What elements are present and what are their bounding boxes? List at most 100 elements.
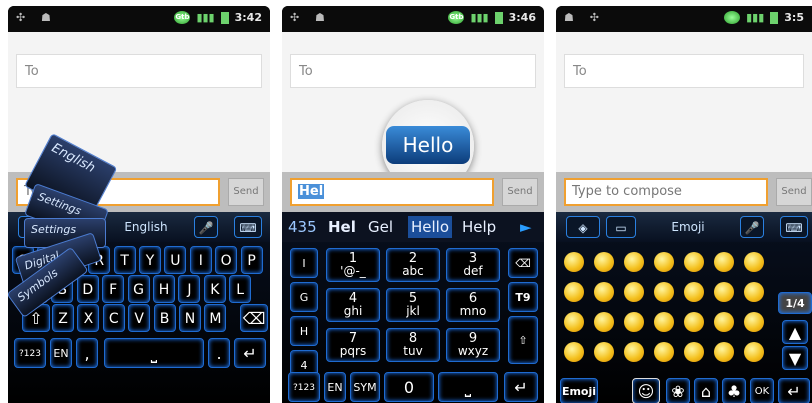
candidate-1[interactable]: 435 [288, 216, 317, 238]
to-field[interactable]: To [290, 54, 536, 88]
emoji-face-icon[interactable] [684, 342, 704, 362]
candidate-4-selected[interactable]: Hello [408, 216, 453, 238]
emoji-face-icon[interactable] [714, 312, 734, 332]
key-p[interactable]: P [240, 246, 263, 274]
numpad-key-5[interactable]: 5 jkl [386, 288, 440, 322]
emoji-face-icon[interactable] [564, 342, 584, 362]
to-field[interactable]: To [16, 54, 262, 88]
keyboard-theme-icon[interactable]: ◈ [566, 216, 600, 238]
house-tab-icon[interactable]: ⌂ [694, 378, 718, 403]
key-u[interactable]: U [164, 246, 187, 274]
period-key[interactable]: . [208, 338, 230, 368]
animal-tab-icon[interactable]: ❀ [666, 378, 690, 403]
phone-screen-2: ✣ ☗ Gtb ▮▮▮ 3:46 To Hello Hel Send 435 H… [282, 6, 544, 403]
key-k[interactable]: K [203, 275, 226, 303]
send-button[interactable]: Send [776, 178, 812, 206]
keyboard-hide-icon[interactable]: ⌨ [234, 216, 262, 238]
emoji-face-icon[interactable] [714, 342, 734, 362]
emoji-face-icon[interactable] [654, 312, 674, 332]
emoji-face-icon[interactable] [654, 342, 674, 362]
keyboard-hide-icon[interactable]: ⌨ [780, 216, 808, 238]
key-j[interactable]: J [178, 275, 201, 303]
emoji-face-icon[interactable] [624, 252, 644, 272]
emoji-face-icon[interactable] [624, 312, 644, 332]
numpad-letters: ghi [343, 304, 363, 318]
emoji-category-icon[interactable]: ▭ [606, 216, 636, 238]
language-key[interactable]: EN [324, 372, 346, 402]
emoji-face-icon[interactable] [564, 282, 584, 302]
numpad-key-6[interactable]: 6 mno [446, 288, 500, 322]
left-key-2[interactable]: G [290, 282, 318, 312]
to-field[interactable]: To [564, 54, 804, 88]
enter-key[interactable]: ↵ [504, 372, 538, 402]
page-indicator: 1/4 [778, 292, 812, 314]
emoji-face-icon[interactable] [594, 282, 614, 302]
left-key-1[interactable]: I [290, 248, 318, 278]
numpad-key-4[interactable]: 4 ghi [326, 288, 380, 322]
emoji-face-icon[interactable] [684, 282, 704, 302]
numpad-key-2[interactable]: 2 abc [386, 248, 440, 282]
enter-key[interactable]: ↵ [234, 338, 266, 368]
key-m[interactable]: M [204, 304, 227, 332]
status-bar: ✣ ☗ Gtb ▮▮▮ 3:46 [282, 6, 544, 32]
emoji-face-icon[interactable] [654, 252, 674, 272]
left-key-3[interactable]: H [290, 316, 318, 346]
tree-tab-icon[interactable]: ♣ [722, 378, 746, 403]
emoji-smiley-tab-icon[interactable]: ☺ [632, 378, 660, 403]
emoji-face-icon[interactable] [624, 282, 644, 302]
zero-key[interactable]: 0 [384, 372, 434, 402]
sym-key[interactable]: SYM [350, 372, 380, 402]
delete-key[interactable]: ⌫ [508, 248, 538, 278]
emoji-face-icon[interactable] [714, 252, 734, 272]
key-i[interactable]: I [189, 246, 212, 274]
emoji-face-icon[interactable] [714, 282, 734, 302]
ok-key[interactable]: OK [750, 378, 774, 403]
keyboard: 435 Hel Gel Hello Help ► I G H 4 1 '@-_ 2 a… [282, 212, 544, 403]
numpad-key-3[interactable]: 3 def [446, 248, 500, 282]
preview-word: Hello [386, 126, 470, 164]
emoji-face-icon[interactable] [744, 252, 764, 272]
mic-icon[interactable]: 🎤 [194, 216, 218, 238]
page-up-icon[interactable]: ▲ [782, 320, 808, 344]
send-button[interactable]: Send [228, 178, 264, 206]
emoji-face-icon[interactable] [684, 312, 704, 332]
emoji-face-icon[interactable] [594, 252, 614, 272]
numpad-letters: def [463, 264, 483, 278]
emoji-face-icon[interactable] [744, 342, 764, 362]
key-l[interactable]: L [229, 275, 252, 303]
t9-key[interactable]: T9 [508, 282, 538, 312]
typed-text: Hel [298, 184, 325, 199]
emoji-face-icon[interactable] [744, 282, 764, 302]
more-candidates-arrow-icon[interactable]: ► [520, 216, 532, 238]
emoji-face-icon[interactable] [564, 312, 584, 332]
symbols-key[interactable]: ?123 [288, 372, 320, 402]
numpad-key-1[interactable]: 1 '@-_ [326, 248, 380, 282]
candidate-3[interactable]: Gel [368, 216, 393, 238]
emoji-face-icon[interactable] [564, 252, 584, 272]
candidate-2[interactable]: Hel [328, 216, 356, 238]
mic-icon[interactable]: 🎤 [740, 216, 764, 238]
emoji-face-icon[interactable] [684, 252, 704, 272]
status-time: 3:42 [234, 11, 262, 24]
page-down-icon[interactable]: ▼ [782, 346, 808, 370]
enter-key[interactable]: ↵ [778, 378, 810, 403]
numpad-key-8[interactable]: 8 tuv [386, 328, 440, 362]
phone-screen-1: ✣ ☗ Gtb ▮▮▮ 3:42 To Type Send ◈ English … [8, 6, 270, 403]
emoji-face-icon[interactable] [594, 342, 614, 362]
shift-key[interactable]: ⇧ [508, 316, 538, 364]
key-o[interactable]: O [215, 246, 238, 274]
message-input[interactable]: Type to compose [564, 178, 768, 206]
candidate-5[interactable]: Help [462, 216, 496, 238]
delete-key[interactable]: ⌫ [240, 304, 268, 332]
emoji-face-icon[interactable] [654, 282, 674, 302]
send-button[interactable]: Send [502, 178, 538, 206]
key-n[interactable]: N [179, 304, 201, 332]
space-key[interactable]: ⎵ [438, 372, 498, 402]
emoji-face-icon[interactable] [624, 342, 644, 362]
emoji-tab[interactable]: Emoji [560, 378, 598, 403]
message-input[interactable]: Hel [290, 178, 494, 206]
emoji-face-icon[interactable] [744, 312, 764, 332]
emoji-face-icon[interactable] [594, 312, 614, 332]
numpad-key-7[interactable]: 7 pqrs [326, 328, 380, 362]
numpad-key-9[interactable]: 9 wxyz [446, 328, 500, 362]
